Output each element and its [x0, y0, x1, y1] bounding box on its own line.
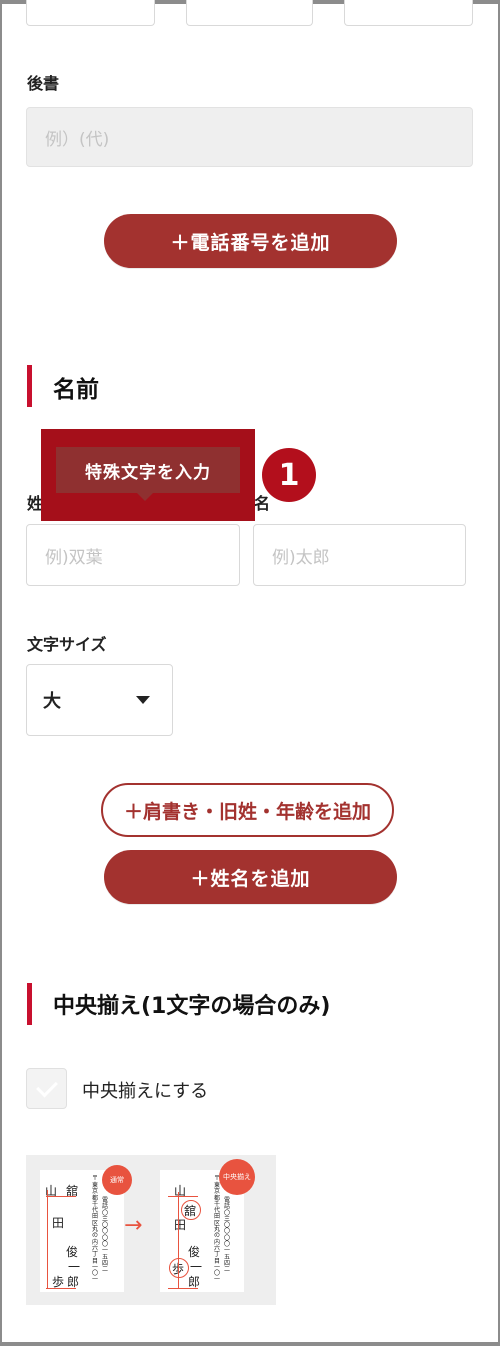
guide-line	[168, 1288, 198, 1289]
center-align-checkbox[interactable]	[26, 1068, 67, 1109]
check-icon	[35, 1075, 58, 1098]
section-title-name: 名前	[53, 377, 99, 403]
section-bar-name	[27, 365, 32, 407]
add-phone-button[interactable]: ＋電話番号を追加	[104, 214, 397, 268]
suffix-label: 後書	[27, 74, 60, 93]
preview-address: 東京都千代田区丸の内六丁目一〇一	[92, 1182, 99, 1284]
section-title-center: 中央揃え(1文字の場合のみ)	[53, 994, 331, 1019]
guide-line	[178, 1192, 179, 1288]
guide-line	[46, 1288, 76, 1289]
normal-badge: 通常	[102, 1165, 132, 1195]
last-name-input[interactable]: 例)双葉	[26, 524, 240, 586]
special-char-button[interactable]: 特殊文字を入力	[56, 447, 240, 493]
add-extra-button[interactable]: ＋肩書き・旧姓・年齢を追加	[101, 783, 394, 837]
preview-char-2: 田	[174, 1218, 187, 1232]
top-input-2[interactable]	[186, 0, 313, 26]
section-bar-center	[27, 983, 32, 1025]
size-select-value: 大	[43, 691, 61, 712]
add-name-button[interactable]: ＋姓名を追加	[104, 850, 397, 904]
guide-line	[168, 1196, 198, 1197]
center-align-label: 中央揃えにする	[82, 1081, 209, 1102]
guide-line	[46, 1196, 76, 1197]
first-name-label: 名	[254, 494, 271, 513]
tooltip-pointer	[137, 493, 153, 501]
preview-address: 東京都千代田区丸の内六丁目一〇一	[214, 1182, 221, 1284]
preview-char-2: 田	[52, 1216, 65, 1230]
top-input-3[interactable]	[344, 0, 473, 26]
special-char-highlight: 特殊文字を入力	[41, 429, 255, 521]
chevron-down-icon	[136, 696, 150, 704]
first-name-input[interactable]: 例)太郎	[253, 524, 466, 586]
arrow-icon: →	[124, 1213, 143, 1238]
step-badge: 1	[262, 448, 316, 502]
center-badge: 中央揃え	[219, 1159, 255, 1195]
guide-line	[47, 1190, 48, 1288]
size-label: 文字サイズ	[27, 635, 107, 654]
preview-postal: 〒	[92, 1175, 99, 1182]
top-input-1[interactable]	[26, 0, 155, 26]
size-select[interactable]: 大	[26, 664, 173, 736]
preview-phone: 電話〇三〇〇〇〇一五四二	[102, 1197, 109, 1274]
center-align-preview: 山 舘 田 俊 一 歩 郎 〒 東京都千代田区丸の内六丁目一〇一 電話〇三〇〇〇…	[26, 1155, 276, 1305]
suffix-input[interactable]: 例）(代)	[26, 107, 473, 167]
preview-phone: 電話〇三〇〇〇〇一五四二	[224, 1197, 231, 1274]
